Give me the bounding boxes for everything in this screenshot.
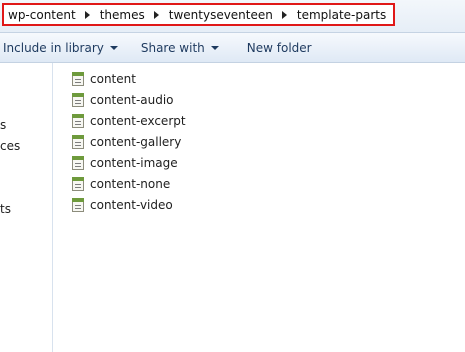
php-file-icon xyxy=(72,113,84,128)
file-name: content-image xyxy=(90,155,178,170)
file-item[interactable]: content-audio xyxy=(72,89,186,110)
php-file-icon xyxy=(72,134,84,149)
php-file-icon xyxy=(72,176,84,191)
include-in-library-button[interactable]: Include in library xyxy=(3,41,118,55)
command-bar: Include in library Share with New folder xyxy=(0,33,465,63)
breadcrumb-arrow-icon[interactable] xyxy=(84,10,90,19)
file-name: content-gallery xyxy=(90,134,182,149)
file-item[interactable]: content-none xyxy=(72,173,186,194)
php-file-icon xyxy=(72,155,84,170)
file-name: content-none xyxy=(90,176,171,191)
chevron-down-icon xyxy=(109,45,118,50)
file-item[interactable]: content xyxy=(72,68,186,89)
php-file-icon xyxy=(72,92,84,107)
new-folder-label: New folder xyxy=(246,40,312,55)
share-with-button[interactable]: Share with xyxy=(141,41,219,55)
nav-item[interactable]: s xyxy=(0,118,6,132)
nav-item[interactable]: ces xyxy=(0,139,20,153)
php-file-icon xyxy=(72,197,84,212)
file-name: content-excerpt xyxy=(90,113,186,128)
file-name: content-video xyxy=(90,197,173,212)
breadcrumb-arrow-icon[interactable] xyxy=(153,10,159,19)
new-folder-button[interactable]: New folder xyxy=(247,41,312,55)
file-name: content-audio xyxy=(90,92,174,107)
file-name: content xyxy=(90,71,136,86)
include-in-library-label: Include in library xyxy=(3,40,104,55)
file-list: content content-audio content-excerpt co… xyxy=(72,68,186,215)
breadcrumb-wp-content[interactable]: wp-content xyxy=(8,8,76,22)
breadcrumb-arrow-icon[interactable] xyxy=(281,10,287,19)
php-file-icon xyxy=(72,71,84,86)
file-item[interactable]: content-excerpt xyxy=(72,110,186,131)
file-item[interactable]: content-gallery xyxy=(72,131,186,152)
breadcrumb-themes[interactable]: themes xyxy=(100,8,145,22)
file-item[interactable]: content-video xyxy=(72,194,186,215)
chevron-down-icon xyxy=(210,45,219,50)
share-with-label: Share with xyxy=(140,40,205,55)
breadcrumb-template-parts[interactable]: template-parts xyxy=(297,8,386,22)
breadcrumb[interactable]: wp-content themes twentyseventeen templa… xyxy=(2,3,395,26)
nav-item[interactable]: ts xyxy=(0,202,11,216)
navigation-pane[interactable]: s ces ts xyxy=(0,63,53,352)
breadcrumb-twentyseventeen[interactable]: twentyseventeen xyxy=(169,8,273,22)
file-item[interactable]: content-image xyxy=(72,152,186,173)
address-bar[interactable]: wp-content themes twentyseventeen templa… xyxy=(0,0,465,33)
